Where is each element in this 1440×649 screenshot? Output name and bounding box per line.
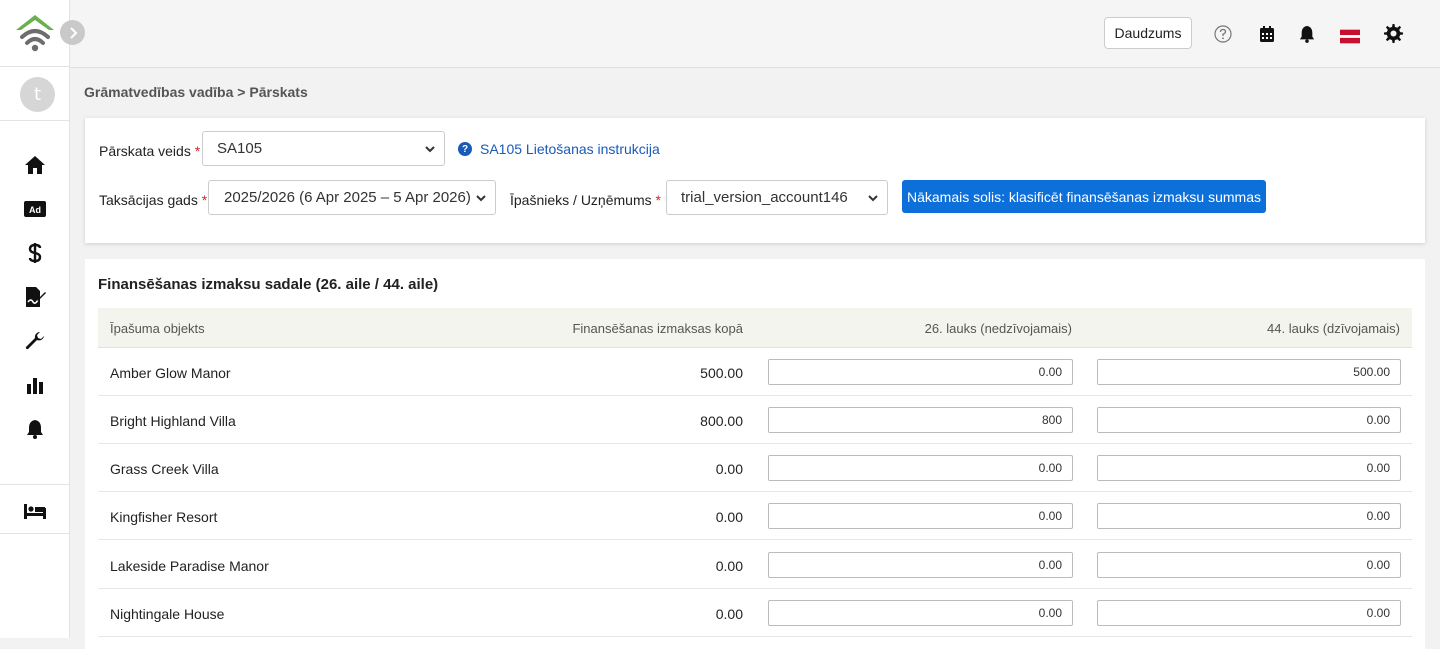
- dollar-icon[interactable]: [23, 241, 47, 265]
- column-header-box26: 26. lauks (nedzīvojamais): [924, 321, 1072, 336]
- breadcrumb-separator: >: [237, 84, 246, 100]
- breadcrumb: Grāmatvedības vadība > Pārskats: [84, 84, 308, 100]
- table-row: Grass Creek Villa 0.00: [98, 444, 1412, 492]
- help-link[interactable]: ? SA105 Lietošanas instrukcija: [458, 141, 660, 157]
- required-mark: *: [194, 143, 201, 159]
- table-row: Nightingale House 0.00: [98, 589, 1412, 637]
- report-type-label-text: Pārskata veids: [99, 143, 191, 159]
- box26-input[interactable]: [768, 359, 1073, 385]
- question-icon[interactable]: [1213, 24, 1233, 44]
- owner-select[interactable]: trial_version_account146: [666, 180, 888, 215]
- box44-input[interactable]: [1097, 600, 1401, 626]
- report-type-value: SA105: [217, 140, 263, 157]
- total-cost: 0.00: [715, 509, 743, 525]
- question-circle-icon: ?: [458, 142, 472, 156]
- table-header: Īpašuma objekts Finansēšanas izmaksas ko…: [98, 308, 1412, 348]
- column-header-total: Finansēšanas izmaksas kopā: [572, 321, 743, 336]
- avatar[interactable]: t: [20, 77, 55, 112]
- home-icon[interactable]: [23, 153, 47, 177]
- wrench-icon[interactable]: [23, 329, 47, 353]
- tax-year-select[interactable]: 2025/2026 (6 Apr 2025 – 5 Apr 2026): [208, 180, 496, 215]
- owner-label-text: Īpašnieks / Uzņēmums: [510, 192, 652, 208]
- required-mark: *: [201, 192, 208, 208]
- total-cost: 0.00: [715, 606, 743, 622]
- box26-input[interactable]: [768, 503, 1073, 529]
- property-name: Grass Creek Villa: [110, 461, 219, 477]
- box26-input[interactable]: [768, 600, 1073, 626]
- chart-bar-icon[interactable]: [23, 373, 47, 397]
- house-wifi-logo[interactable]: [14, 13, 56, 53]
- chevron-right-icon[interactable]: [60, 20, 85, 45]
- breadcrumb-parent[interactable]: Grāmatvedības vadība: [84, 84, 233, 100]
- next-step-button[interactable]: Nākamais solis: klasificēt finansēšanas …: [902, 180, 1266, 213]
- table-row: Amber Glow Manor 500.00: [98, 348, 1412, 396]
- help-link-text[interactable]: SA105 Lietošanas instrukcija: [480, 141, 660, 157]
- box44-input[interactable]: [1097, 455, 1401, 481]
- quantity-button[interactable]: Daudzums: [1104, 17, 1192, 49]
- report-type-label: Pārskata veids *: [99, 143, 200, 159]
- finance-cost-allocation-card: Finansēšanas izmaksu sadale (26. aile / …: [85, 259, 1425, 649]
- total-cost: 500.00: [700, 365, 743, 381]
- flag-icon[interactable]: [1340, 26, 1360, 46]
- box44-input[interactable]: [1097, 359, 1401, 385]
- svg-text:Ad: Ad: [29, 205, 41, 215]
- gear-icon[interactable]: [1383, 23, 1403, 43]
- column-header-property: Īpašuma objekts: [110, 321, 205, 336]
- box44-input[interactable]: [1097, 552, 1401, 578]
- chevron-down-icon: [476, 195, 486, 202]
- owner-label: Īpašnieks / Uzņēmums *: [510, 192, 661, 208]
- box44-input[interactable]: [1097, 407, 1401, 433]
- chevron-down-icon: [868, 195, 878, 202]
- property-name: Nightingale House: [110, 606, 225, 622]
- topbar: Daudzums: [70, 0, 1440, 68]
- calendar-icon[interactable]: [1257, 24, 1277, 44]
- total-cost: 800.00: [700, 413, 743, 429]
- column-header-box44: 44. lauks (dzīvojamais): [1267, 321, 1400, 336]
- report-filter-panel: Pārskata veids * SA105 ? SA105 Lietošana…: [85, 118, 1425, 243]
- property-name: Kingfisher Resort: [110, 509, 218, 525]
- total-cost: 0.00: [715, 461, 743, 477]
- breadcrumb-current: Pārskats: [249, 84, 308, 100]
- bell-icon[interactable]: [1297, 24, 1317, 44]
- table-title: Finansēšanas izmaksu sadale (26. aile / …: [98, 276, 439, 293]
- bed-icon[interactable]: [23, 499, 47, 523]
- table-row: Kingfisher Resort 0.00: [98, 492, 1412, 540]
- chevron-down-icon: [425, 146, 435, 153]
- box26-input[interactable]: [768, 552, 1073, 578]
- report-type-select[interactable]: SA105: [202, 131, 445, 166]
- property-name: Amber Glow Manor: [110, 365, 231, 381]
- sidebar-divider: [0, 120, 70, 121]
- ad-icon[interactable]: Ad: [23, 197, 47, 221]
- sidebar-divider: [0, 533, 70, 534]
- sidebar-divider: [0, 66, 70, 67]
- tax-year-label-text: Taksācijas gads: [99, 192, 198, 208]
- sidebar-divider: [0, 484, 70, 485]
- box26-input[interactable]: [768, 455, 1073, 481]
- required-mark: *: [655, 192, 661, 208]
- property-name: Lakeside Paradise Manor: [110, 558, 269, 574]
- file-signature-icon[interactable]: [23, 285, 47, 309]
- owner-value: trial_version_account146: [681, 189, 848, 206]
- total-cost: 0.00: [715, 558, 743, 574]
- box44-input[interactable]: [1097, 503, 1401, 529]
- tax-year-label: Taksācijas gads *: [99, 192, 207, 208]
- box26-input[interactable]: [768, 407, 1073, 433]
- bell-icon[interactable]: [23, 417, 47, 441]
- tax-year-value: 2025/2026 (6 Apr 2025 – 5 Apr 2026): [224, 189, 471, 206]
- sidebar: t Ad: [0, 0, 85, 638]
- table-row: Bright Highland Villa 800.00: [98, 396, 1412, 444]
- property-name: Bright Highland Villa: [110, 413, 236, 429]
- table-row: Lakeside Paradise Manor 0.00: [98, 541, 1412, 589]
